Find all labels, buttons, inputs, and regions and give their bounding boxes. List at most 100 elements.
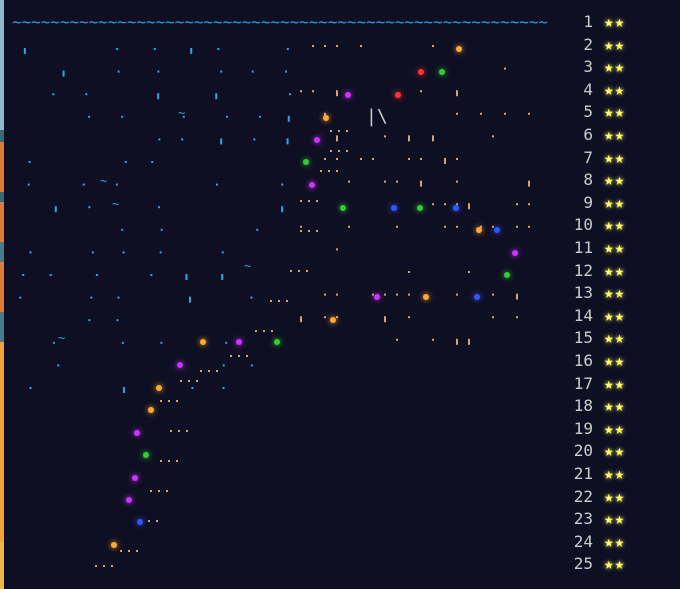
sand-dot bbox=[188, 380, 190, 382]
sand-dot bbox=[168, 400, 170, 402]
sea-wave: ~ bbox=[100, 174, 107, 188]
sand-dot bbox=[456, 338, 458, 345]
terrain-dots bbox=[19, 45, 530, 567]
calendar-day-22[interactable]: 22 ★★ bbox=[560, 486, 680, 508]
calendar-day-7[interactable]: 7 ★★ bbox=[560, 147, 680, 169]
sand-dot bbox=[176, 400, 178, 402]
sand-dot bbox=[348, 225, 350, 228]
day-number: 5 bbox=[583, 102, 593, 122]
sea-dot bbox=[226, 115, 229, 118]
sea-dot bbox=[160, 341, 163, 344]
sand-dot bbox=[348, 180, 350, 183]
calendar-day-9[interactable]: 9 ★★ bbox=[560, 192, 680, 214]
sand-dot bbox=[384, 316, 386, 323]
calendar-day-1[interactable]: 1 ★★ bbox=[560, 11, 680, 33]
sand-dot bbox=[156, 520, 158, 522]
calendar-day-17[interactable]: 17 ★★ bbox=[560, 373, 680, 395]
sand-dot bbox=[456, 158, 458, 160]
sea-dot bbox=[225, 341, 228, 344]
calendar-day-10[interactable]: 10 ★★ bbox=[560, 214, 680, 236]
calendar-day-18[interactable]: 18 ★★ bbox=[560, 395, 680, 417]
sand-dot bbox=[384, 135, 386, 138]
sea-dot bbox=[289, 93, 292, 96]
day-number: 4 bbox=[583, 79, 593, 99]
light-dot bbox=[494, 227, 500, 233]
sea-dot bbox=[85, 93, 88, 96]
sand-dot bbox=[290, 270, 292, 272]
sand-dot bbox=[166, 490, 168, 492]
sea-dot bbox=[222, 364, 225, 367]
calendar-day-25[interactable]: 25 ★★ bbox=[560, 553, 680, 575]
sand-dot bbox=[384, 293, 386, 296]
calendar-day-14[interactable]: 14 ★★ bbox=[560, 305, 680, 327]
calendar-day-12[interactable]: 12 ★★ bbox=[560, 260, 680, 282]
sand-dot bbox=[300, 230, 302, 232]
sand-dot bbox=[180, 380, 182, 382]
calendar-day-23[interactable]: 23 ★★ bbox=[560, 508, 680, 530]
sea-dot bbox=[90, 296, 93, 299]
calendar-day-19[interactable]: 19 ★★ bbox=[560, 418, 680, 440]
star-rating: ★★ bbox=[604, 396, 626, 416]
sea-dot bbox=[153, 48, 156, 50]
calendar-day-4[interactable]: 4 ★★ bbox=[560, 79, 680, 101]
sand-dot bbox=[372, 293, 374, 296]
day-number: 17 bbox=[573, 373, 593, 393]
sand-dot bbox=[286, 300, 288, 302]
sand-dot bbox=[396, 225, 398, 228]
calendar-day-6[interactable]: 6 ★★ bbox=[560, 124, 680, 146]
sea-dot bbox=[259, 115, 262, 118]
decor-lights bbox=[111, 46, 518, 548]
sand-dot bbox=[336, 170, 338, 172]
sand-dot bbox=[444, 225, 446, 228]
calendar-day-20[interactable]: 20 ★★ bbox=[560, 440, 680, 462]
sand-dot bbox=[516, 293, 518, 300]
calendar-day-8[interactable]: 8 ★★ bbox=[560, 169, 680, 191]
sand-dot bbox=[444, 158, 446, 164]
sand-dot bbox=[230, 355, 232, 357]
calendar-day-24[interactable]: 24 ★★ bbox=[560, 531, 680, 553]
light-dot bbox=[303, 159, 309, 165]
calendar-day-11[interactable]: 11 ★★ bbox=[560, 237, 680, 259]
calendar-day-15[interactable]: 15 ★★ bbox=[560, 327, 680, 349]
sand-dot bbox=[408, 316, 410, 319]
star-rating: ★★ bbox=[604, 34, 626, 54]
sand-dot bbox=[456, 112, 458, 115]
sand-dot bbox=[516, 203, 518, 206]
sand-dot bbox=[420, 90, 422, 93]
sea-dot bbox=[181, 138, 184, 141]
star-rating: ★★ bbox=[604, 147, 626, 167]
sand-dot bbox=[528, 225, 530, 228]
sand-dot bbox=[396, 180, 398, 183]
sea-dot bbox=[62, 70, 65, 77]
sand-dot bbox=[186, 430, 188, 432]
sand-dot bbox=[300, 200, 302, 202]
light-dot bbox=[134, 430, 140, 436]
sea-dot bbox=[151, 161, 154, 163]
sea-dot bbox=[88, 115, 91, 118]
light-dot bbox=[314, 137, 320, 143]
day-number: 16 bbox=[573, 351, 593, 370]
day-number: 23 bbox=[573, 509, 593, 529]
sea-dot bbox=[121, 341, 124, 344]
day-number: 22 bbox=[573, 486, 593, 506]
sea-waves: ~ ~ ~ ~ ~ bbox=[58, 106, 251, 345]
light-dot bbox=[137, 519, 143, 525]
sand-dot bbox=[270, 300, 272, 302]
sand-dot bbox=[408, 135, 410, 142]
sea-dot bbox=[91, 251, 94, 254]
sand-dot bbox=[492, 316, 494, 319]
sand-dot bbox=[432, 45, 434, 47]
sea-dot bbox=[286, 48, 289, 50]
star-rating: ★★ bbox=[604, 373, 626, 393]
calendar-day-5[interactable]: 5 ★★ bbox=[560, 101, 680, 123]
sand-dot bbox=[338, 130, 340, 132]
sand-dot bbox=[468, 338, 470, 345]
sand-dot bbox=[336, 316, 338, 319]
calendar-day-16[interactable]: 16 ★★ bbox=[560, 350, 680, 372]
calendar-day-3[interactable]: 3 ★★ bbox=[560, 56, 680, 78]
sea-dot bbox=[281, 206, 284, 213]
calendar-day-21[interactable]: 21 ★★ bbox=[560, 463, 680, 485]
sea-dot bbox=[157, 93, 160, 100]
calendar-day-2[interactable]: 2 ★★ bbox=[560, 34, 680, 56]
calendar-day-13[interactable]: 13 ★★ bbox=[560, 282, 680, 304]
